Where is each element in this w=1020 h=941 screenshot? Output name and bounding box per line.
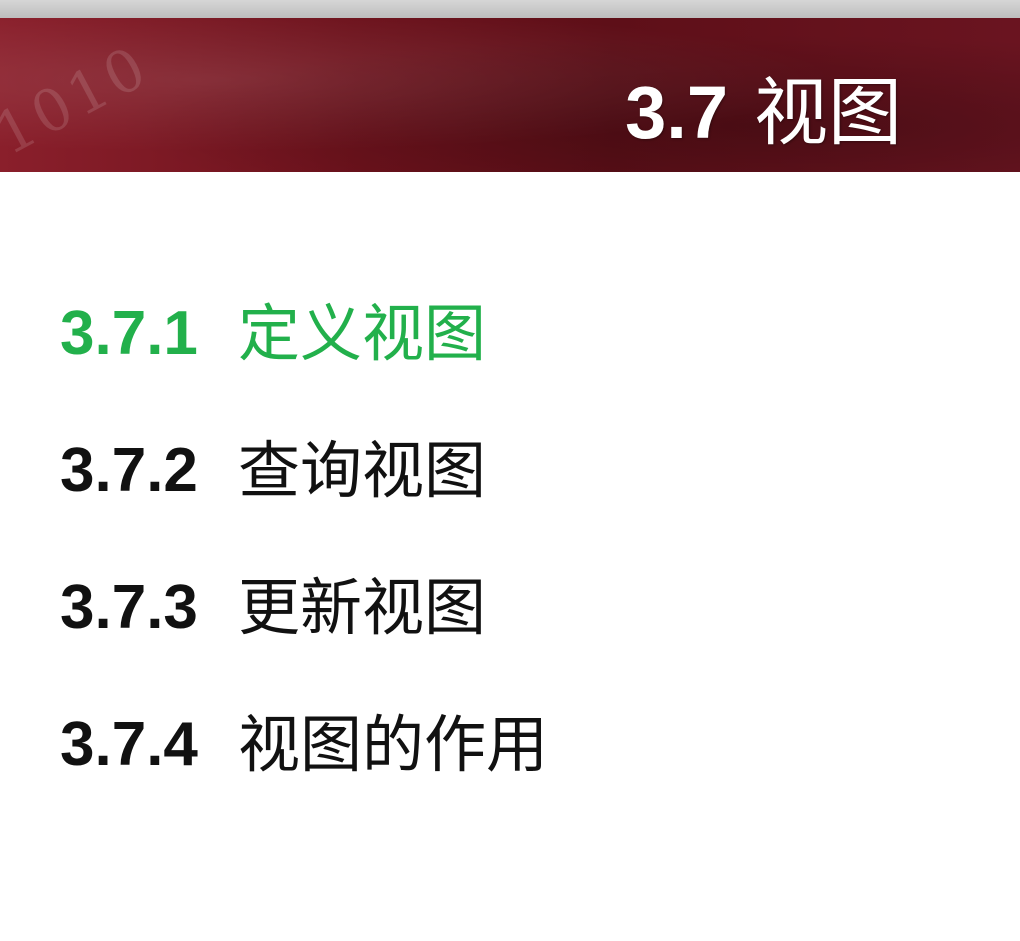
toc-item-query-view[interactable]: 3.7.2 查询视图	[60, 434, 548, 574]
binary-watermark: 1010	[0, 31, 160, 169]
toc-item-label: 更新视图	[238, 571, 487, 644]
toc-item-number: 3.7.2	[60, 436, 198, 505]
toc-item-define-view[interactable]: 3.7.1 定义视图	[60, 297, 548, 437]
page-title: 3.7 视图	[625, 76, 902, 151]
section-number: 3.7	[625, 71, 728, 154]
title-banner: 1010 3.7 视图	[0, 18, 1020, 172]
toc-item-label: 视图的作用	[238, 708, 549, 781]
table-of-contents: 3.7.1 定义视图 3.7.2 查询视图 3.7.3 更新视图 3.7.4 视…	[60, 297, 549, 848]
toc-item-update-view[interactable]: 3.7.3 更新视图	[60, 571, 548, 711]
toc-item-view-purpose[interactable]: 3.7.4 视图的作用	[60, 708, 549, 848]
toc-item-number: 3.7.4	[60, 710, 198, 779]
section-title: 视图	[754, 70, 902, 156]
toc-item-label: 查询视图	[238, 434, 487, 507]
toc-item-number: 3.7.1	[60, 299, 198, 368]
toc-item-label: 定义视图	[238, 297, 487, 370]
top-strip	[0, 0, 1020, 18]
toc-item-number: 3.7.3	[60, 573, 198, 642]
